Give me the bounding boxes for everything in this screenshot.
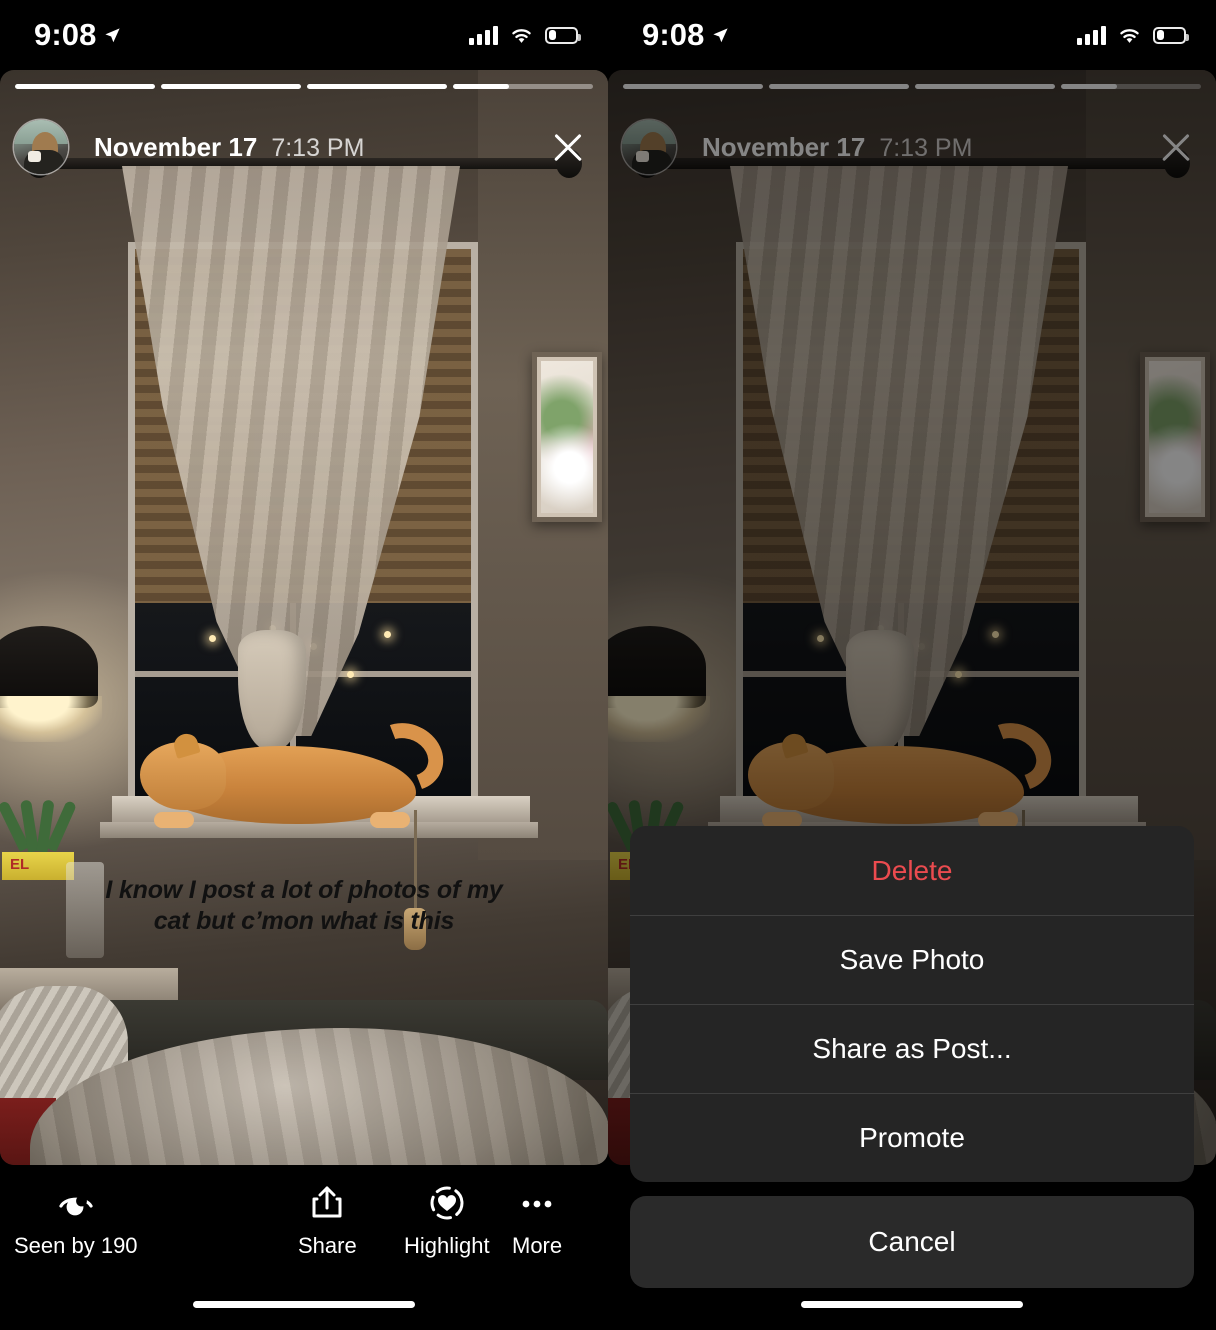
phone-screen-left: 9:08 EL November 17 7:13 PM I know I pos… [0,0,608,1330]
status-bar: 9:08 [608,0,1216,70]
status-bar-left: 9:08 [642,17,730,53]
wifi-icon [1120,28,1139,43]
action-sheet-item-share-as-post[interactable]: Share as Post... [630,1004,1194,1093]
cellular-signal-icon [469,25,498,45]
story-header: November 17 7:13 PM [0,104,608,190]
progress-segment [15,84,155,89]
status-bar-time: 9:08 [34,17,97,52]
eye-icon [54,1183,98,1223]
progress-segment [307,84,447,89]
story-progress-bar [15,84,593,89]
location-arrow-icon [105,27,121,42]
battery-icon [545,26,581,44]
wall-picture-frame [532,352,602,522]
close-icon[interactable] [546,125,590,169]
status-bar: 9:08 [0,0,608,70]
story-overlay-text: I know I post a lot of photos of my cat … [105,876,503,935]
more-label: More [512,1233,563,1258]
story-meta: November 17 7:13 PM [94,132,364,163]
action-sheet-item-promote[interactable]: Promote [630,1093,1194,1182]
wifi-icon [512,28,531,43]
battery-icon [1153,26,1189,44]
phone-screen-right: 9:08 EL November 17 7:13 PM Delete Save … [608,0,1216,1330]
status-bar-right [469,25,581,45]
story-date: November 17 [94,131,258,162]
home-indicator[interactable] [801,1301,1023,1308]
status-bar-right [1077,25,1189,45]
cat-in-photo [140,711,455,830]
share-icon [305,1183,349,1223]
highlight-label: Highlight [404,1233,490,1258]
action-sheet-item-delete[interactable]: Delete [630,826,1194,915]
share-button[interactable]: Share [298,1183,357,1259]
progress-segment [161,84,301,89]
more-button[interactable]: More [512,1183,562,1259]
highlight-heart-icon [425,1183,469,1223]
cellular-signal-icon [1077,25,1106,45]
seen-by-button[interactable]: Seen by 190 [14,1183,138,1259]
dual-screenshot-pair: 9:08 EL November 17 7:13 PM I know I pos… [0,0,1216,1330]
progress-segment [453,84,593,89]
story-photo: EL [0,70,608,1165]
seen-by-label: Seen by 190 [14,1233,138,1258]
home-indicator[interactable] [193,1301,415,1308]
location-arrow-icon [713,27,729,42]
status-bar-time: 9:08 [642,17,705,52]
share-label: Share [298,1233,357,1258]
avatar[interactable] [14,120,68,174]
action-sheet: Delete Save Photo Share as Post... Promo… [630,826,1194,1182]
more-dots-icon [515,1183,559,1223]
highlight-button[interactable]: Highlight [404,1183,490,1259]
action-sheet-cancel-button[interactable]: Cancel [630,1196,1194,1288]
story-card[interactable]: EL November 17 [0,70,608,1165]
action-sheet-item-save-photo[interactable]: Save Photo [630,915,1194,1004]
status-bar-left: 9:08 [34,17,122,53]
story-time: 7:13 PM [271,133,365,162]
